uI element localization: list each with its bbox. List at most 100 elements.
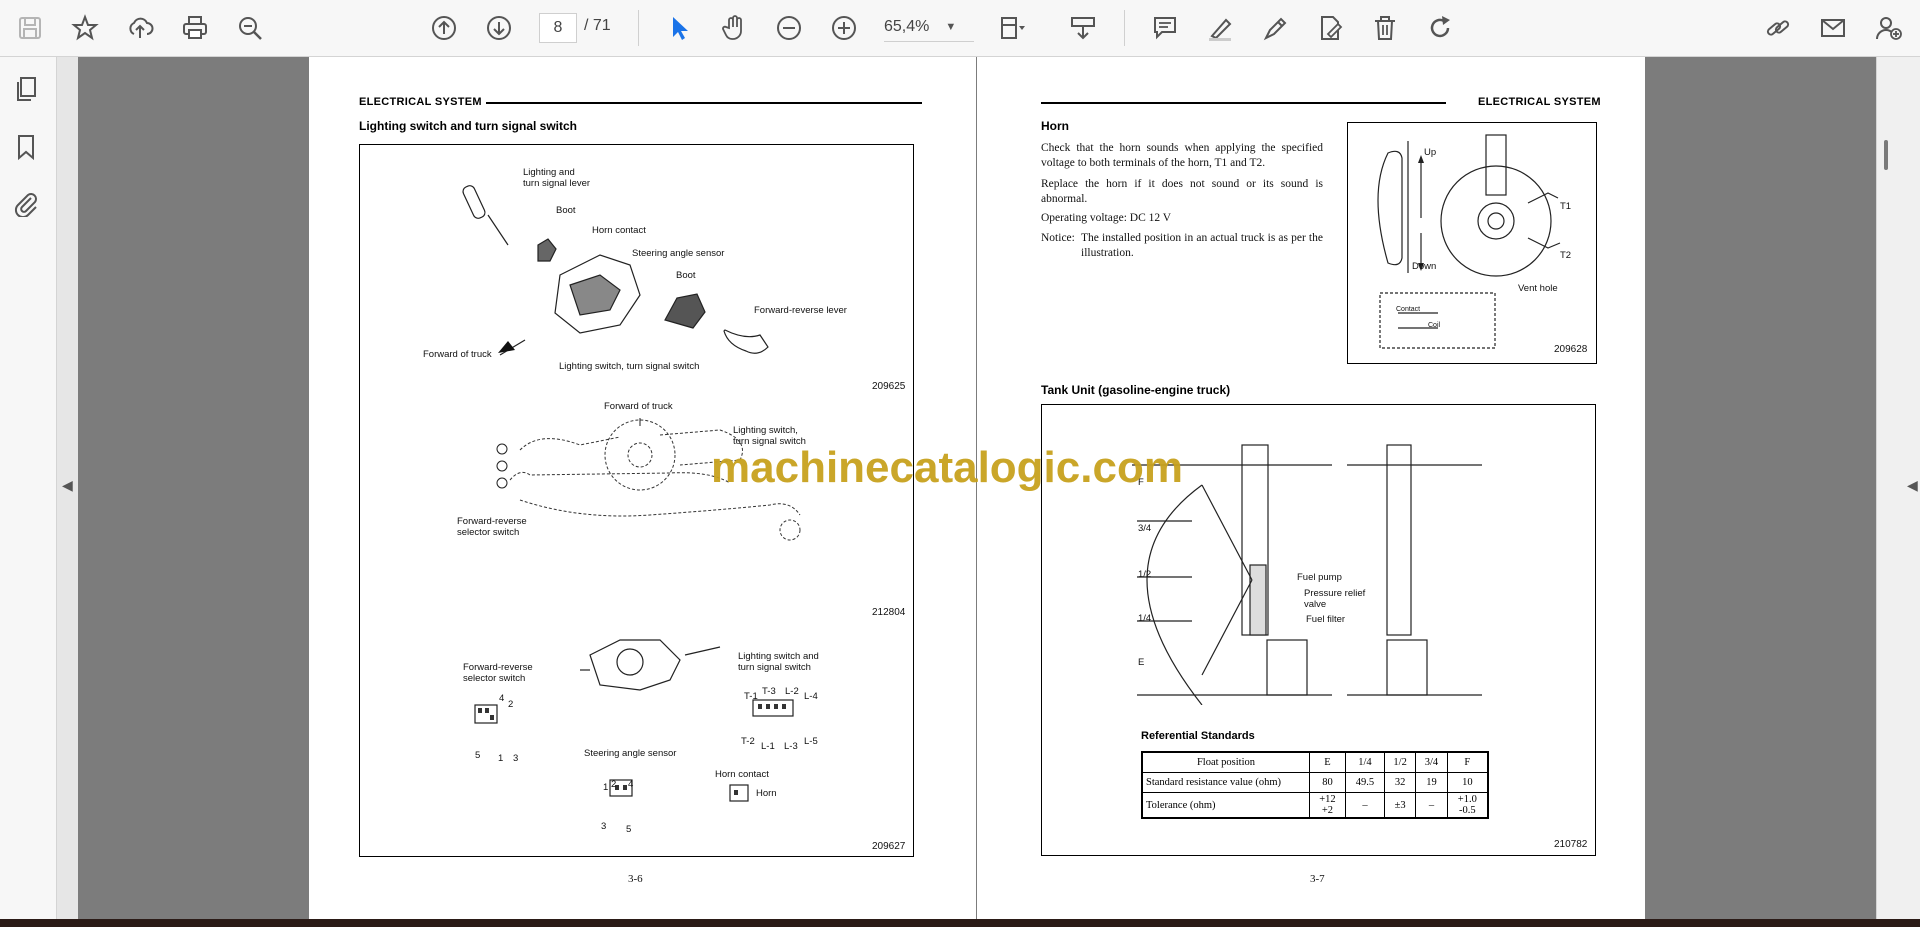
table-cell: 19 <box>1415 772 1448 793</box>
left-sidebar: ◀ <box>0 57 73 919</box>
share-link-icon[interactable] <box>1758 8 1798 48</box>
attachments-icon[interactable] <box>12 189 40 222</box>
cloud-upload-icon[interactable] <box>120 8 160 48</box>
figure-label: Forward of truck <box>604 401 673 412</box>
figure-label: Steering angle sensor <box>632 248 725 259</box>
print-icon[interactable] <box>175 8 215 48</box>
figure-label: Lighting switch and turn signal switch <box>738 651 819 673</box>
table-header-cell: Float position <box>1141 751 1310 773</box>
figure-label: Contact <box>1396 306 1421 313</box>
page-fit-icon[interactable] <box>992 8 1032 48</box>
toolbar: 8 / 71 65,4% ▼ <box>0 0 1920 57</box>
horn-illustration <box>1377 134 1561 349</box>
collapse-left-icon[interactable]: ◀ <box>62 477 73 494</box>
page-number-input[interactable]: 8 <box>539 13 577 43</box>
hand-tool-icon[interactable] <box>714 8 754 48</box>
switch-top-view-illustration <box>496 418 801 541</box>
table-cell: Standard resistance value (ohm) <box>1141 772 1310 793</box>
bookmarks-icon[interactable] <box>12 133 40 166</box>
table-title: Referential Standards <box>1141 730 1255 742</box>
figure-label: Up <box>1424 147 1437 158</box>
table-cell: 49.5 <box>1344 772 1385 793</box>
figure-code: 212804 <box>872 607 906 618</box>
body-paragraph: Operating voltage: DC 12 V <box>1041 212 1172 224</box>
zoom-out-icon[interactable] <box>769 8 809 48</box>
pin-label: T-3 <box>762 686 776 697</box>
figure-label: Boot <box>676 270 696 281</box>
add-user-icon[interactable] <box>1868 8 1908 48</box>
page-thumbnails-icon[interactable] <box>12 75 40 108</box>
figure-label: Horn contact <box>715 769 769 780</box>
pin-label: 3 <box>513 753 519 764</box>
pin-label: 5 <box>475 750 481 761</box>
figure-label: Forward-reverse selector switch <box>457 516 527 538</box>
right-sidebar: ◀ <box>1876 57 1920 919</box>
table-header-cell: E <box>1309 751 1346 773</box>
header-rule <box>486 102 922 104</box>
horn-figure-frame: Up Down T1 T2 Vent hole Contact Coil 209… <box>1347 122 1597 364</box>
figure-label: Steering angle sensor <box>584 748 677 759</box>
pin-label: L-1 <box>761 741 775 752</box>
bookmark-star-icon[interactable] <box>65 8 105 48</box>
page-header: ELECTRICAL SYSTEM <box>359 96 482 108</box>
figure-code: 210782 <box>1554 839 1588 850</box>
notice-label: Notice: <box>1041 232 1075 244</box>
page-header: ELECTRICAL SYSTEM <box>1478 96 1601 108</box>
figure-label: Coil <box>1428 322 1441 329</box>
figure-code: 209628 <box>1554 344 1588 355</box>
zoom-in-icon[interactable] <box>824 8 864 48</box>
draw-pen-icon[interactable] <box>1255 8 1295 48</box>
table-cell: 10 <box>1446 772 1489 793</box>
float-scale-label: E <box>1138 657 1145 668</box>
previous-page-icon[interactable] <box>424 8 464 48</box>
pin-label: T-2 <box>741 736 755 747</box>
figure-label: Boot <box>556 205 576 216</box>
save-icon[interactable] <box>10 8 50 48</box>
figure-label: Lighting and turn signal lever <box>523 167 591 189</box>
figure-label: Horn <box>756 788 777 799</box>
figure-label: Fuel filter <box>1306 614 1346 625</box>
section-title: Horn <box>1041 119 1069 133</box>
table-header-cell: 1/2 <box>1383 751 1417 773</box>
header-rule <box>1041 102 1446 104</box>
toolbar-divider <box>1124 10 1125 46</box>
figure-frame: Lighting and turn signal lever Boot Horn… <box>359 144 914 857</box>
redo-icon[interactable] <box>1420 8 1460 48</box>
table-cell: 32 <box>1383 772 1417 793</box>
body-paragraph: Check that the horn sounds when applying… <box>1041 142 1323 169</box>
figure-label: Fuel pump <box>1297 572 1342 583</box>
figure-label: Forward-reverse selector switch <box>463 662 533 684</box>
email-icon[interactable] <box>1813 8 1853 48</box>
table-row: Tolerance (ohm) +12 +2 – ±3 – +1.0 -0.5 <box>1141 792 1489 819</box>
referential-standards-table: Float position E 1/4 1/2 3/4 F Standard … <box>1141 751 1489 819</box>
section-title: Tank Unit (gasoline-engine truck) <box>1041 383 1231 397</box>
select-cursor-icon[interactable] <box>659 8 699 48</box>
figure-label: Forward of truck <box>423 349 492 360</box>
vertical-scrollbar[interactable] <box>1884 140 1888 170</box>
pin-label: 1 <box>498 753 504 764</box>
pin-label: L-2 <box>785 686 799 697</box>
pin-label: 2 <box>611 779 617 790</box>
float-scale-label: 3/4 <box>1138 523 1152 534</box>
pin-label: 4 <box>628 779 634 790</box>
figure-label: Down <box>1412 261 1437 272</box>
collapse-right-icon[interactable]: ◀ <box>1907 477 1918 494</box>
page-number: 3-6 <box>628 873 643 885</box>
pin-label: 2 <box>508 699 514 710</box>
edit-document-icon[interactable] <box>1310 8 1350 48</box>
section-title: Lighting switch and turn signal switch <box>359 119 578 133</box>
figure-label: T1 <box>1560 201 1572 212</box>
zoom-out-search-icon[interactable] <box>230 8 270 48</box>
next-page-icon[interactable] <box>479 8 519 48</box>
notice-text: The installed position in an actual truc… <box>1081 232 1323 259</box>
scroll-mode-icon[interactable] <box>1063 8 1103 48</box>
figure-label: Lighting switch, turn signal switch <box>559 361 700 372</box>
page-count: / 71 <box>584 17 611 34</box>
delete-trash-icon[interactable] <box>1365 8 1405 48</box>
highlight-pen-icon[interactable] <box>1200 8 1240 48</box>
zoom-level-select[interactable]: 65,4% ▼ <box>884 13 974 42</box>
table-row: Standard resistance value (ohm) 80 49.5 … <box>1141 772 1489 793</box>
table-cell: 80 <box>1309 772 1346 793</box>
comment-icon[interactable] <box>1145 8 1185 48</box>
figure-label: T2 <box>1560 250 1572 261</box>
